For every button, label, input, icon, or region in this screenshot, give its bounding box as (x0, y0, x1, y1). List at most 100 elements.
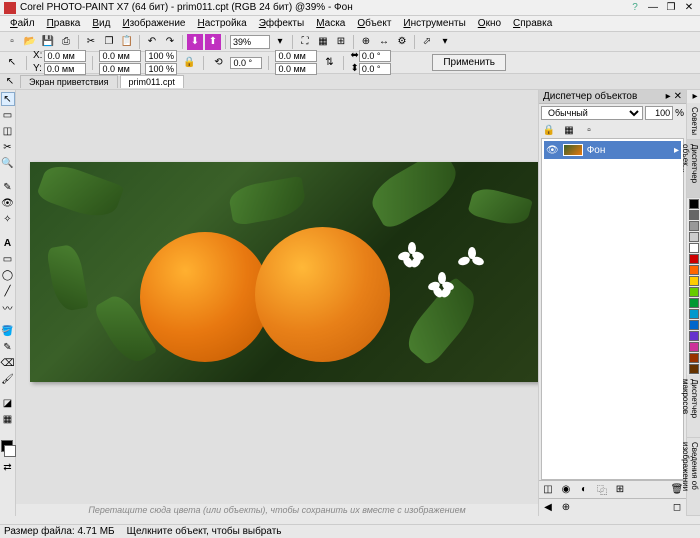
crop-tool[interactable]: ✂ (1, 140, 15, 154)
menu-инструменты[interactable]: Инструменты (397, 18, 471, 29)
shadow-tool[interactable]: ◪ (1, 396, 15, 410)
zoom-dropdown-icon[interactable]: ▾ (272, 34, 288, 50)
zoom-input[interactable] (230, 35, 270, 49)
open-button[interactable]: 📂 (22, 34, 38, 50)
palette-swatch[interactable] (689, 243, 699, 253)
palette-swatch[interactable] (689, 309, 699, 319)
nav-left-icon[interactable]: ◀ (541, 501, 555, 515)
show-thumb-icon[interactable]: ▫ (581, 122, 597, 138)
redeye-tool[interactable]: 👁 (1, 196, 15, 210)
menu-окно[interactable]: Окно (472, 18, 507, 29)
palette-swatch[interactable] (689, 276, 699, 286)
fill-tool[interactable]: 🪣 (1, 324, 15, 338)
eraser-tool[interactable]: ⌫ (1, 356, 15, 370)
options-button[interactable]: ⚙ (394, 34, 410, 50)
apply-button[interactable]: Применить (432, 54, 506, 71)
palette-swatch[interactable] (689, 254, 699, 264)
opacity-input[interactable] (645, 106, 673, 120)
spinner-icon[interactable]: ⇅ (321, 55, 337, 71)
menu-вид[interactable]: Вид (86, 18, 116, 29)
strip-tab-tips[interactable]: Советы (687, 103, 700, 140)
ellipse-tool[interactable]: ◯ (1, 268, 15, 282)
touch-tool[interactable]: ✧ (1, 212, 15, 226)
help-icon[interactable]: ? (628, 2, 642, 14)
layers-list[interactable]: 👁 Фон ▸ (541, 138, 684, 480)
visibility-icon[interactable]: 👁 (546, 145, 559, 156)
layer-menu-icon[interactable]: ▸ (674, 145, 679, 156)
pick-tool-icon[interactable]: ↖ (4, 55, 20, 71)
height-input[interactable] (99, 63, 141, 75)
background-swatch[interactable] (4, 445, 16, 457)
blend-mode-select[interactable]: Обычный (541, 106, 643, 120)
scale-x-input[interactable] (145, 50, 177, 62)
panel-menu-icon[interactable]: ▸ (666, 91, 671, 102)
grid-button[interactable]: ⊞ (333, 34, 349, 50)
launch-button[interactable]: ⬀ (419, 34, 435, 50)
nav-square-icon[interactable]: ◻ (670, 501, 684, 515)
dropper-tool[interactable]: ✎ (1, 340, 15, 354)
palette-swatch[interactable] (689, 353, 699, 363)
skew-h-input[interactable] (359, 50, 391, 62)
zoom-tool[interactable]: 🔍 (1, 156, 15, 170)
import-button[interactable]: ⬇ (187, 34, 203, 50)
skew-v-input[interactable] (359, 63, 391, 75)
guidelines-button[interactable]: ↔ (376, 34, 392, 50)
save-button[interactable]: 💾 (40, 34, 56, 50)
menu-объект[interactable]: Объект (351, 18, 397, 29)
palette-swatch[interactable] (689, 331, 699, 341)
nav-target-icon[interactable]: ⊕ (559, 501, 573, 515)
palette-swatch[interactable] (689, 320, 699, 330)
docker-expand-icon[interactable]: ▸ (687, 90, 700, 103)
menu-эффекты[interactable]: Эффекты (253, 18, 310, 29)
path-tool[interactable]: 〰 (1, 300, 15, 314)
print-button[interactable]: ⎙ (58, 34, 74, 50)
brush-tool[interactable]: 🖌 (1, 372, 15, 386)
line-tool[interactable]: ╱ (1, 284, 15, 298)
maximize-button[interactable]: ❐ (664, 2, 678, 14)
scale-y-input[interactable] (145, 63, 177, 75)
tab-document[interactable]: prim011.cpt (120, 75, 184, 88)
strip-tab-macros[interactable]: Диспетчер макросов (687, 375, 700, 438)
lock-ratio-icon[interactable]: 🔒 (181, 55, 197, 71)
palette-swatch[interactable] (689, 232, 699, 242)
tab-nav-icon[interactable]: ↖ (2, 74, 18, 90)
new-object-icon[interactable]: ◫ (541, 483, 555, 497)
snap-button[interactable]: ⊕ (358, 34, 374, 50)
minimize-button[interactable]: — (646, 2, 660, 14)
lock-transparency-icon[interactable]: 🔒 (541, 122, 557, 138)
palette-swatch[interactable] (689, 210, 699, 220)
export-button[interactable]: ⬆ (205, 34, 221, 50)
text-tool[interactable]: A (1, 236, 15, 250)
menu-маска[interactable]: Маска (310, 18, 351, 29)
mask-rect-tool[interactable]: ▭ (1, 108, 15, 122)
menu-изображение[interactable]: Изображение (116, 18, 191, 29)
strip-tab-objects[interactable]: Диспетчер объек... (687, 140, 700, 198)
menu-справка[interactable]: Справка (507, 18, 558, 29)
new-lens-icon[interactable]: ◉ (559, 483, 573, 497)
clip-group-icon[interactable]: ▦ (561, 122, 577, 138)
paste-button[interactable]: 📋 (119, 34, 135, 50)
strip-tab-info[interactable]: Сведения об изображении (687, 438, 700, 517)
tab-welcome[interactable]: Экран приветствия (20, 75, 118, 88)
palette-swatch[interactable] (689, 287, 699, 297)
document-image[interactable] (30, 162, 538, 382)
close-button[interactable]: ✕ (682, 2, 696, 14)
width-input[interactable] (99, 50, 141, 62)
menu-настройка[interactable]: Настройка (191, 18, 252, 29)
undo-button[interactable]: ↶ (144, 34, 160, 50)
group-icon[interactable]: ⿻ (595, 483, 609, 497)
cut-button[interactable]: ✂ (83, 34, 99, 50)
palette-swatch[interactable] (689, 364, 699, 374)
dx-input[interactable] (275, 50, 317, 62)
mask-transform-tool[interactable]: ◫ (1, 124, 15, 138)
y-input[interactable] (44, 63, 86, 75)
palette-swatch[interactable] (689, 221, 699, 231)
clone-tool[interactable]: ✎ (1, 180, 15, 194)
new-mask-icon[interactable]: ◐ (577, 483, 591, 497)
palette-swatch[interactable] (689, 298, 699, 308)
redo-button[interactable]: ↷ (162, 34, 178, 50)
palette-swatch[interactable] (689, 199, 699, 209)
palette-swatch[interactable] (689, 342, 699, 352)
fullscreen-button[interactable]: ⛶ (297, 34, 313, 50)
menu-файл[interactable]: Файл (4, 18, 41, 29)
